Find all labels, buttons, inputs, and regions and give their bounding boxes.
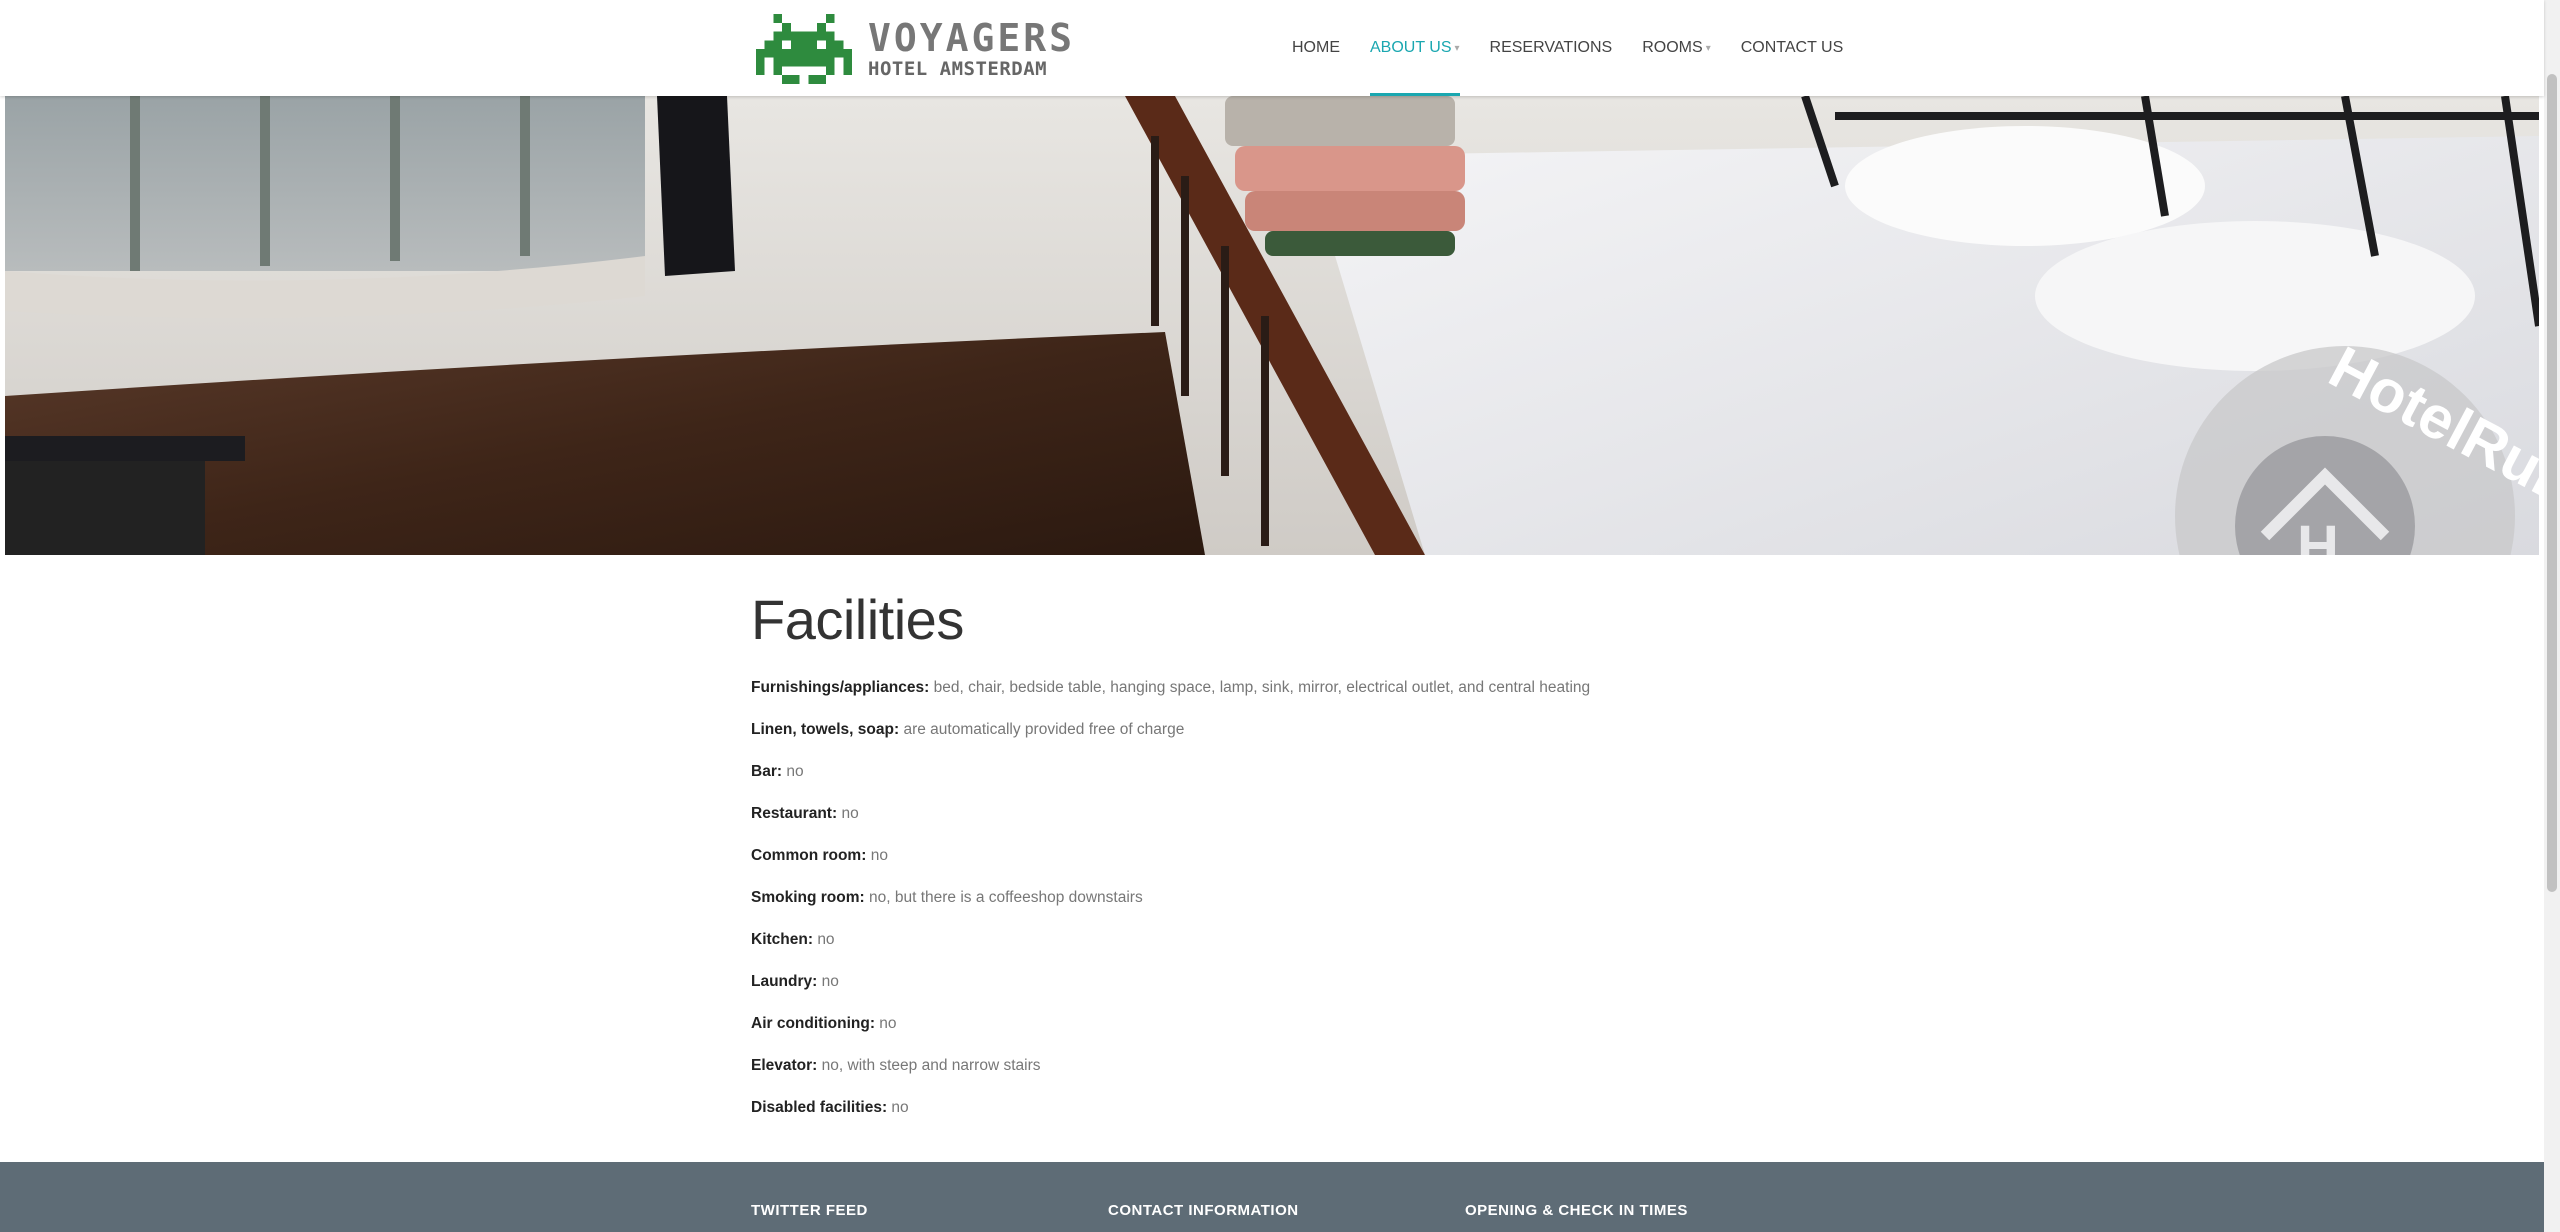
list-item: Bar: no — [751, 762, 1811, 804]
list-item: Kitchen: no — [751, 930, 1811, 972]
list-item: Laundry: no — [751, 972, 1811, 1014]
facility-value: bed, chair, bedside table, hanging space… — [933, 679, 1591, 696]
facility-value: no — [817, 931, 835, 948]
hero-room-photo: H HotelRun — [5, 96, 2539, 555]
nav-home-label: HOME — [1292, 39, 1340, 56]
facility-label: Disabled facilities: — [751, 1099, 888, 1116]
logo-subtitle: HOTEL AMSTERDAM — [868, 58, 1048, 80]
main-nav: HOME ABOUT US ▾ RESERVATIONS ROOMS ▾ CONTA… — [1292, 0, 1873, 96]
footer-heading-opening: OPENING & CHECK IN TIMES — [1465, 1202, 1688, 1219]
logo-title: VOYAGERS — [868, 16, 1076, 60]
site-logo[interactable]: VOYAGERS HOTEL AMSTERDAM — [756, 14, 1075, 84]
facility-label: Kitchen: — [751, 931, 813, 948]
facility-value: no — [786, 763, 804, 780]
nav-rooms-label: ROOMS — [1642, 39, 1703, 56]
facility-value: no, with steep and narrow stairs — [821, 1057, 1041, 1074]
facility-label: Laundry: — [751, 973, 818, 990]
facility-value: no, but there is a coffeeshop downstairs — [868, 889, 1143, 906]
nav-reservations[interactable]: RESERVATIONS — [1490, 0, 1613, 96]
nav-contact-us-label: CONTACT US — [1740, 39, 1844, 56]
nav-reservations-label: RESERVATIONS — [1489, 39, 1613, 56]
nav-about-us[interactable]: ABOUT US ▾ — [1370, 0, 1460, 96]
list-item: Restaurant: no — [751, 804, 1811, 846]
facility-label: Furnishings/appliances: — [751, 679, 930, 696]
list-item: Common room: no — [751, 846, 1811, 888]
facility-label: Bar: — [751, 763, 783, 780]
nav-contact-us[interactable]: CONTACT US — [1741, 0, 1844, 96]
footer-heading-twitter: TWITTER FEED — [751, 1202, 868, 1219]
facility-value: no — [821, 973, 839, 990]
chevron-down-icon: ▾ — [1705, 42, 1711, 54]
main-content: Facilities Furnishings/appliances: bed, … — [751, 580, 1811, 1140]
list-item: Air conditioning: no — [751, 1014, 1811, 1056]
facility-label: Elevator: — [751, 1057, 818, 1074]
facility-label: Restaurant: — [751, 805, 838, 822]
facility-value: no — [879, 1015, 897, 1032]
facility-value: no — [841, 805, 859, 822]
list-item: Furnishings/appliances: bed, chair, beds… — [751, 678, 1811, 720]
site-header: VOYAGERS HOTEL AMSTERDAM HOME ABOUT US ▾ … — [0, 0, 2544, 96]
list-item: Linen, towels, soap: are automatically p… — [751, 720, 1811, 762]
facility-label: Air conditioning: — [751, 1015, 875, 1032]
site-footer: TWITTER FEED CONTACT INFORMATION OPENING… — [0, 1162, 2544, 1232]
list-item: Disabled facilities: no — [751, 1098, 1811, 1140]
facility-label: Smoking room: — [751, 889, 865, 906]
footer-heading-contact: CONTACT INFORMATION — [1108, 1202, 1299, 1219]
facility-value: no — [870, 847, 888, 864]
nav-home[interactable]: HOME — [1292, 0, 1340, 96]
chevron-down-icon: ▾ — [1454, 42, 1460, 54]
nav-rooms[interactable]: ROOMS ▾ — [1642, 0, 1710, 96]
facility-value: no — [891, 1099, 909, 1116]
space-invader-icon — [756, 14, 852, 84]
facilities-list: Furnishings/appliances: bed, chair, beds… — [751, 678, 1811, 1140]
list-item: Elevator: no, with steep and narrow stai… — [751, 1056, 1811, 1098]
scrollbar-thumb[interactable] — [2547, 74, 2557, 892]
page-scrollbar[interactable] — [2544, 0, 2560, 1232]
list-item: Smoking room: no, but there is a coffees… — [751, 888, 1811, 930]
facility-value: are automatically provided free of charg… — [903, 721, 1185, 738]
nav-about-us-label: ABOUT US — [1370, 39, 1452, 56]
page-title: Facilities — [751, 588, 964, 651]
svg-text:H: H — [2297, 514, 2339, 555]
facility-label: Linen, towels, soap: — [751, 721, 900, 738]
facility-label: Common room: — [751, 847, 867, 864]
